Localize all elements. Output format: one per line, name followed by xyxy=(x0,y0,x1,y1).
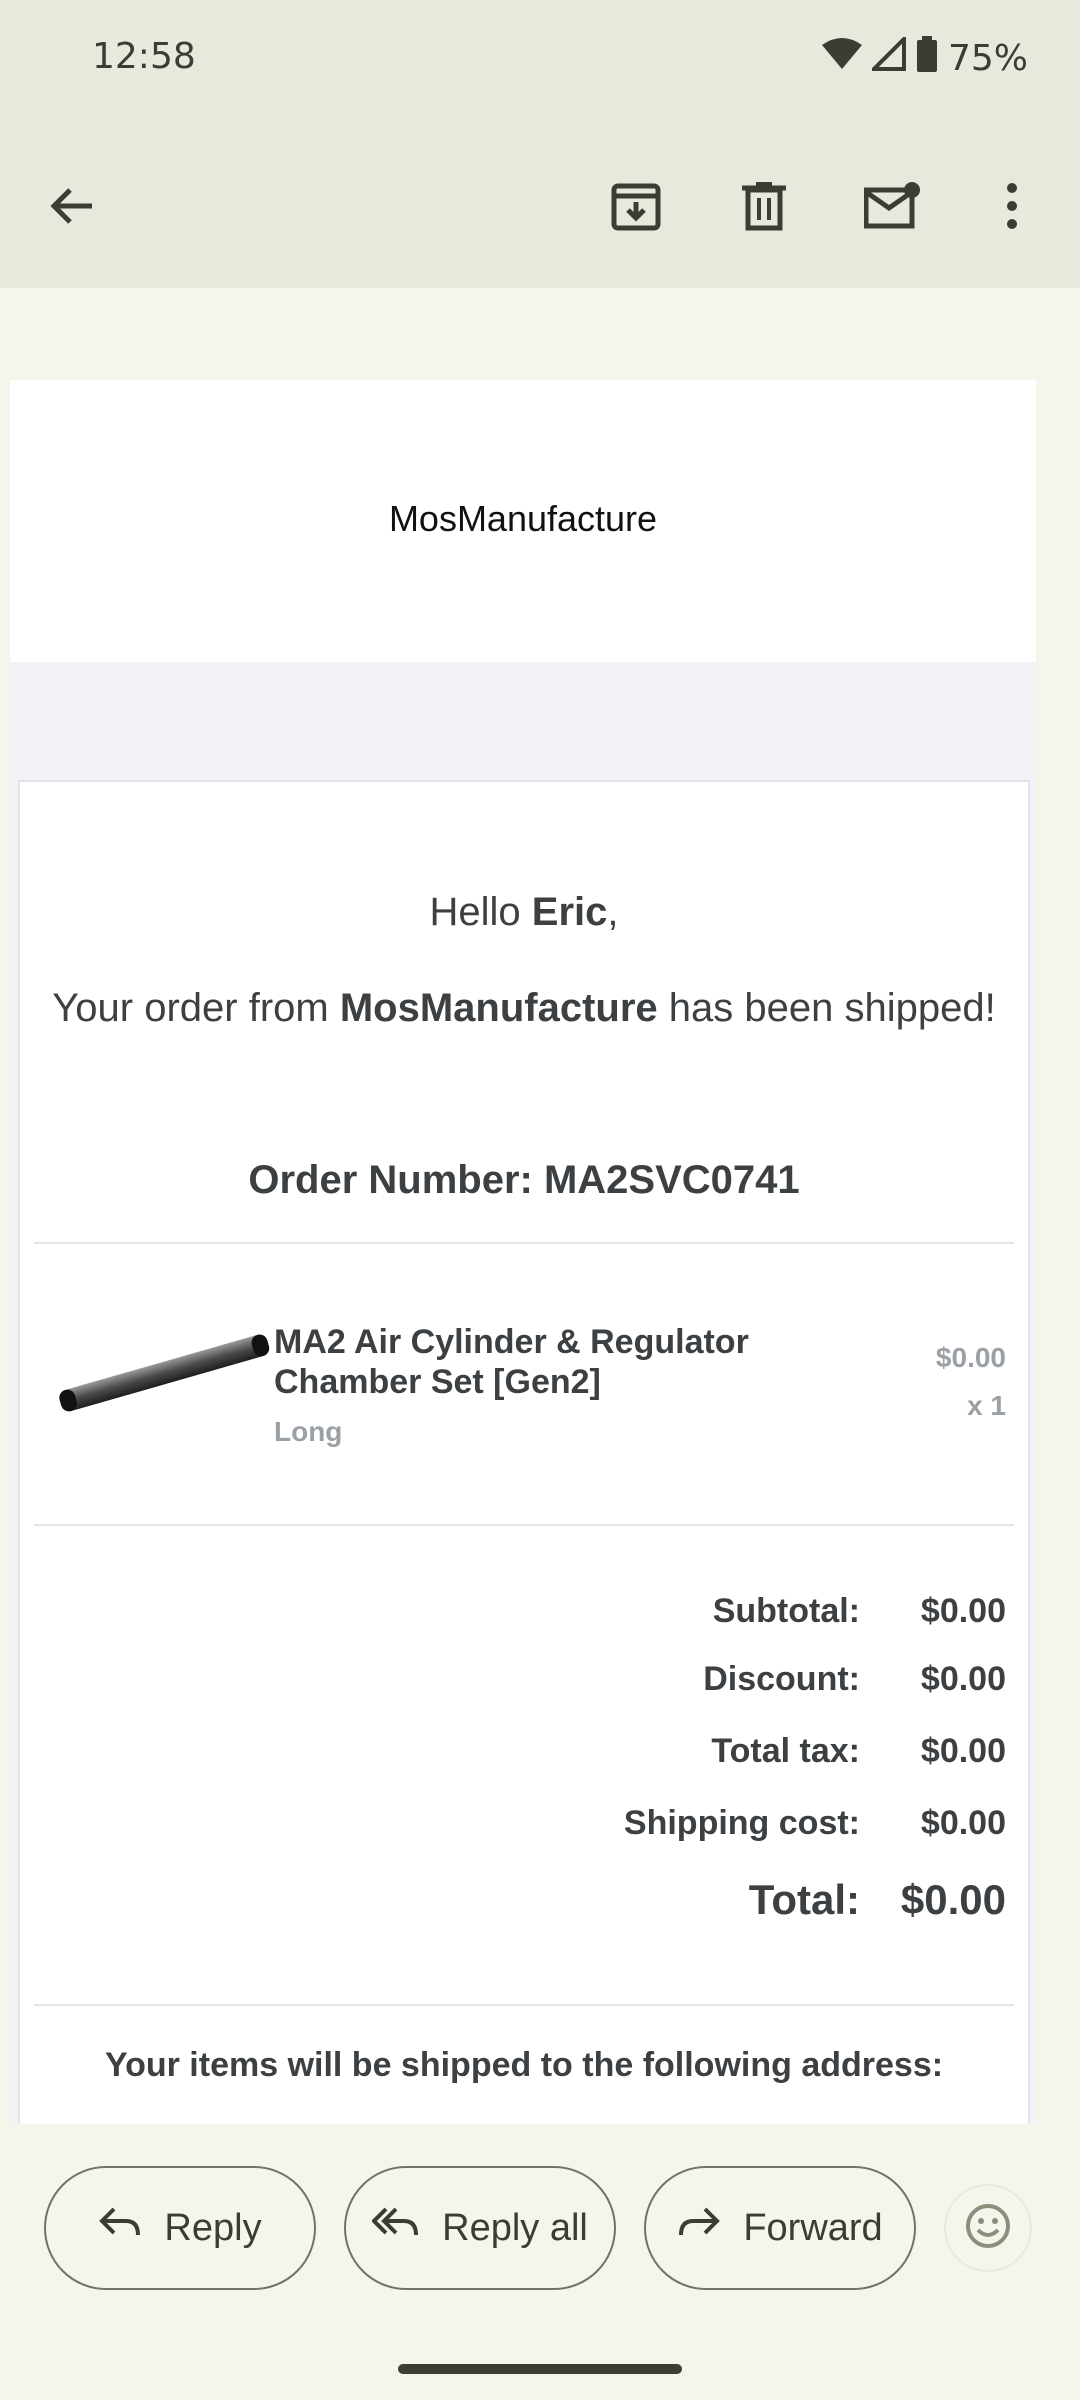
more-vert-icon[interactable] xyxy=(982,176,1042,236)
shipped-suffix: has been shipped! xyxy=(657,986,996,1030)
status-icons: 75% xyxy=(821,34,1028,81)
reply-all-icon xyxy=(371,2205,420,2251)
product-variant: Long xyxy=(274,1416,343,1447)
battery-percent: 75% xyxy=(947,38,1028,79)
shipping-notice: Your items will be shipped to the follow… xyxy=(104,2046,944,2084)
forward-icon xyxy=(677,2205,721,2251)
divider xyxy=(34,1524,1014,1526)
status-bar: 12:58 75% xyxy=(0,0,1080,124)
delete-icon[interactable] xyxy=(734,176,794,236)
order-number: Order Number: MA2SVC0741 xyxy=(248,1158,800,1202)
total-value: $0.00 xyxy=(900,1876,1006,1923)
reply-icon xyxy=(98,2205,142,2251)
bottom-action-bar: Reply Reply all Forward xyxy=(0,2124,1080,2400)
brand-header: MosManufacture xyxy=(10,380,1036,662)
shop-name: MosManufacture xyxy=(339,986,658,1030)
email-toolbar xyxy=(0,124,1080,288)
forward-label: Forward xyxy=(743,2206,883,2249)
battery-icon xyxy=(916,36,938,81)
product-price: $0.00 xyxy=(935,1342,1006,1373)
greeting: Hello Eric, xyxy=(20,890,1028,935)
product-quantity: x 1 xyxy=(967,1390,1006,1421)
signal-icon xyxy=(869,34,906,80)
subtotal-value: $0.00 xyxy=(920,1592,1006,1630)
divider xyxy=(34,2004,1014,2006)
wifi-icon xyxy=(821,37,862,80)
brand-name: MosManufacture xyxy=(388,498,658,539)
shipped-prefix: Your order from xyxy=(52,986,340,1030)
divider xyxy=(34,1242,1014,1244)
discount-label: Discount: xyxy=(703,1660,860,1698)
forward-button[interactable]: Forward xyxy=(644,2166,916,2290)
total-label: Total: xyxy=(748,1876,860,1923)
home-indicator[interactable] xyxy=(398,2364,682,2374)
order-card: Hello Eric, Your order from MosManufactu… xyxy=(18,780,1030,2124)
tax-label: Total tax: xyxy=(711,1732,860,1770)
greeting-suffix: , xyxy=(607,890,619,934)
customer-name: Eric xyxy=(531,890,608,934)
email-body: MosManufacture Hello Eric, Your order fr… xyxy=(10,380,1036,2124)
smiley-icon xyxy=(964,2202,1012,2255)
greeting-prefix: Hello xyxy=(429,890,532,934)
reply-all-label: Reply all xyxy=(442,2206,588,2249)
status-time: 12:58 xyxy=(92,36,196,77)
archive-icon[interactable] xyxy=(606,176,666,236)
product-name[interactable]: MA2 Air Cylinder & Regulator Chamber Set… xyxy=(274,1322,774,1402)
shipped-message: Your order from MosManufacture has been … xyxy=(20,986,1028,1031)
tax-value: $0.00 xyxy=(920,1732,1006,1770)
product-image[interactable] xyxy=(50,1322,278,1422)
reply-label: Reply xyxy=(164,2206,262,2249)
back-arrow-icon[interactable] xyxy=(42,176,102,236)
shipping-cost-label: Shipping cost: xyxy=(623,1804,860,1842)
reply-button[interactable]: Reply xyxy=(44,2166,316,2290)
emoji-reaction-button[interactable] xyxy=(944,2184,1032,2272)
mark-unread-icon[interactable] xyxy=(862,176,922,236)
subtotal-label: Subtotal: xyxy=(712,1592,860,1630)
shipping-cost-value: $0.00 xyxy=(920,1804,1006,1842)
discount-value: $0.00 xyxy=(920,1660,1006,1698)
reply-all-button[interactable]: Reply all xyxy=(344,2166,616,2290)
